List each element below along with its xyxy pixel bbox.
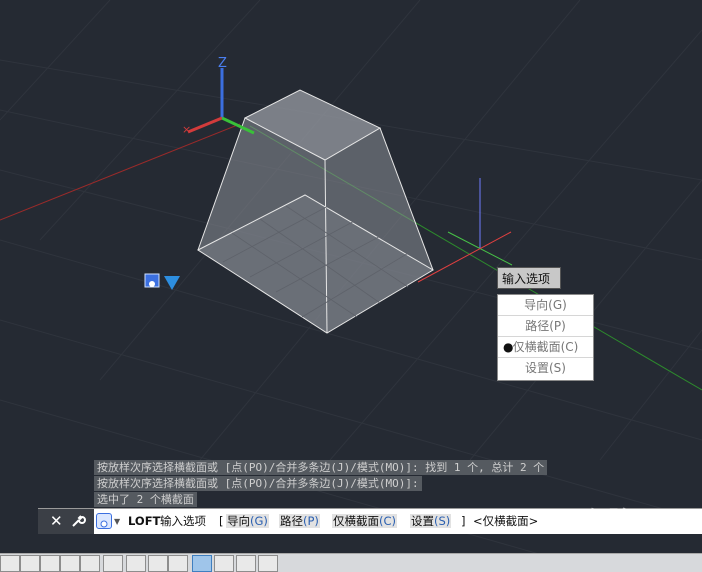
cmd-option-path-key: (P) <box>303 514 319 528</box>
watermark-logo: Bai 经验 <box>540 496 670 546</box>
option-cross-sections-only[interactable]: ● 仅横截面(C) <box>498 337 593 358</box>
cmd-option-cross-sections-only-key: (C) <box>379 514 397 528</box>
camera-glyph-icon[interactable] <box>144 273 180 290</box>
cmd-option-settings-key: (S) <box>434 514 451 528</box>
polar-tracking-icon[interactable] <box>60 555 80 572</box>
command-name: LOFT <box>128 514 161 528</box>
plus-icon[interactable] <box>258 555 278 572</box>
option-settings[interactable]: 设置(S) <box>498 358 593 379</box>
command-line-controls: ✕ <box>38 509 94 534</box>
cmd-option-settings-text: 设置 <box>411 514 434 528</box>
option-guides[interactable]: 导向(G) <box>498 295 593 316</box>
isometric-icon[interactable] <box>80 555 100 572</box>
history-line-2: 按放样次序选择横截面或 [点(PO)/合并多条边(J)/模式(MO)]: <box>94 476 422 491</box>
close-icon[interactable]: ✕ <box>50 512 63 530</box>
transparency-icon[interactable] <box>192 555 212 572</box>
ucs-z-text: Z <box>218 56 227 71</box>
cmd-option-cross-sections-only[interactable]: 仅横截面(C) <box>332 509 398 534</box>
cmd-option-path[interactable]: 路径(P) <box>279 509 320 534</box>
cmd-option-guides[interactable]: 导向(G) <box>226 509 269 534</box>
command-default: <仅横截面> <box>473 514 539 528</box>
selected-bullet-icon: ● <box>503 340 514 354</box>
object-snap-icon[interactable] <box>126 555 146 572</box>
cmd-option-path-text: 路径 <box>280 514 303 528</box>
command-icon[interactable] <box>96 513 112 529</box>
ucs-toggle-icon[interactable] <box>168 555 188 572</box>
snap-mode-icon[interactable] <box>20 555 40 572</box>
history-line-1: 按放样次序选择横截面或 [点(PO)/合并多条边(J)/模式(MO)]: 找到 … <box>94 460 548 475</box>
command-prompt: 输入选项 <box>160 514 206 528</box>
grid-toggle-icon[interactable] <box>0 555 20 572</box>
command-dropdown-icon[interactable]: ▼ <box>114 509 120 534</box>
option-path-label: 路径(P) <box>525 319 566 333</box>
cmd-option-guides-text: 导向 <box>227 514 250 528</box>
cmd-option-guides-key: (G) <box>250 514 268 528</box>
watermark-text: Bai 经验 <box>540 508 631 533</box>
cmd-option-settings[interactable]: 设置(S) <box>410 509 452 534</box>
lineweight-icon[interactable] <box>148 555 168 572</box>
ucs-x-label: × <box>182 123 191 136</box>
command-open-bracket: [ <box>219 514 224 528</box>
wrench-icon[interactable] <box>70 513 86 529</box>
x-axis-line <box>0 123 241 221</box>
status-bar <box>0 553 702 572</box>
history-line-3: 选中了 2 个横截面 <box>94 492 197 507</box>
cmd-option-cross-sections-only-text: 仅横截面 <box>333 514 379 528</box>
option-cross-sections-only-label: 仅横截面(C) <box>512 340 579 354</box>
option-settings-label: 设置(S) <box>525 361 566 375</box>
option-menu[interactable]: 导向(G) 路径(P) ● 仅横截面(C) 设置(S) <box>497 294 594 381</box>
object-snap-tracking-icon[interactable] <box>103 555 123 572</box>
annotation-monitor-icon[interactable] <box>236 555 256 572</box>
selection-cycling-icon[interactable] <box>214 555 234 572</box>
ortho-icon[interactable] <box>40 555 60 572</box>
dynamic-input-prompt: 输入选项 <box>497 267 561 289</box>
option-path[interactable]: 路径(P) <box>498 316 593 337</box>
option-guides-label: 导向(G) <box>524 298 567 312</box>
command-close-bracket: ] <box>461 514 466 528</box>
